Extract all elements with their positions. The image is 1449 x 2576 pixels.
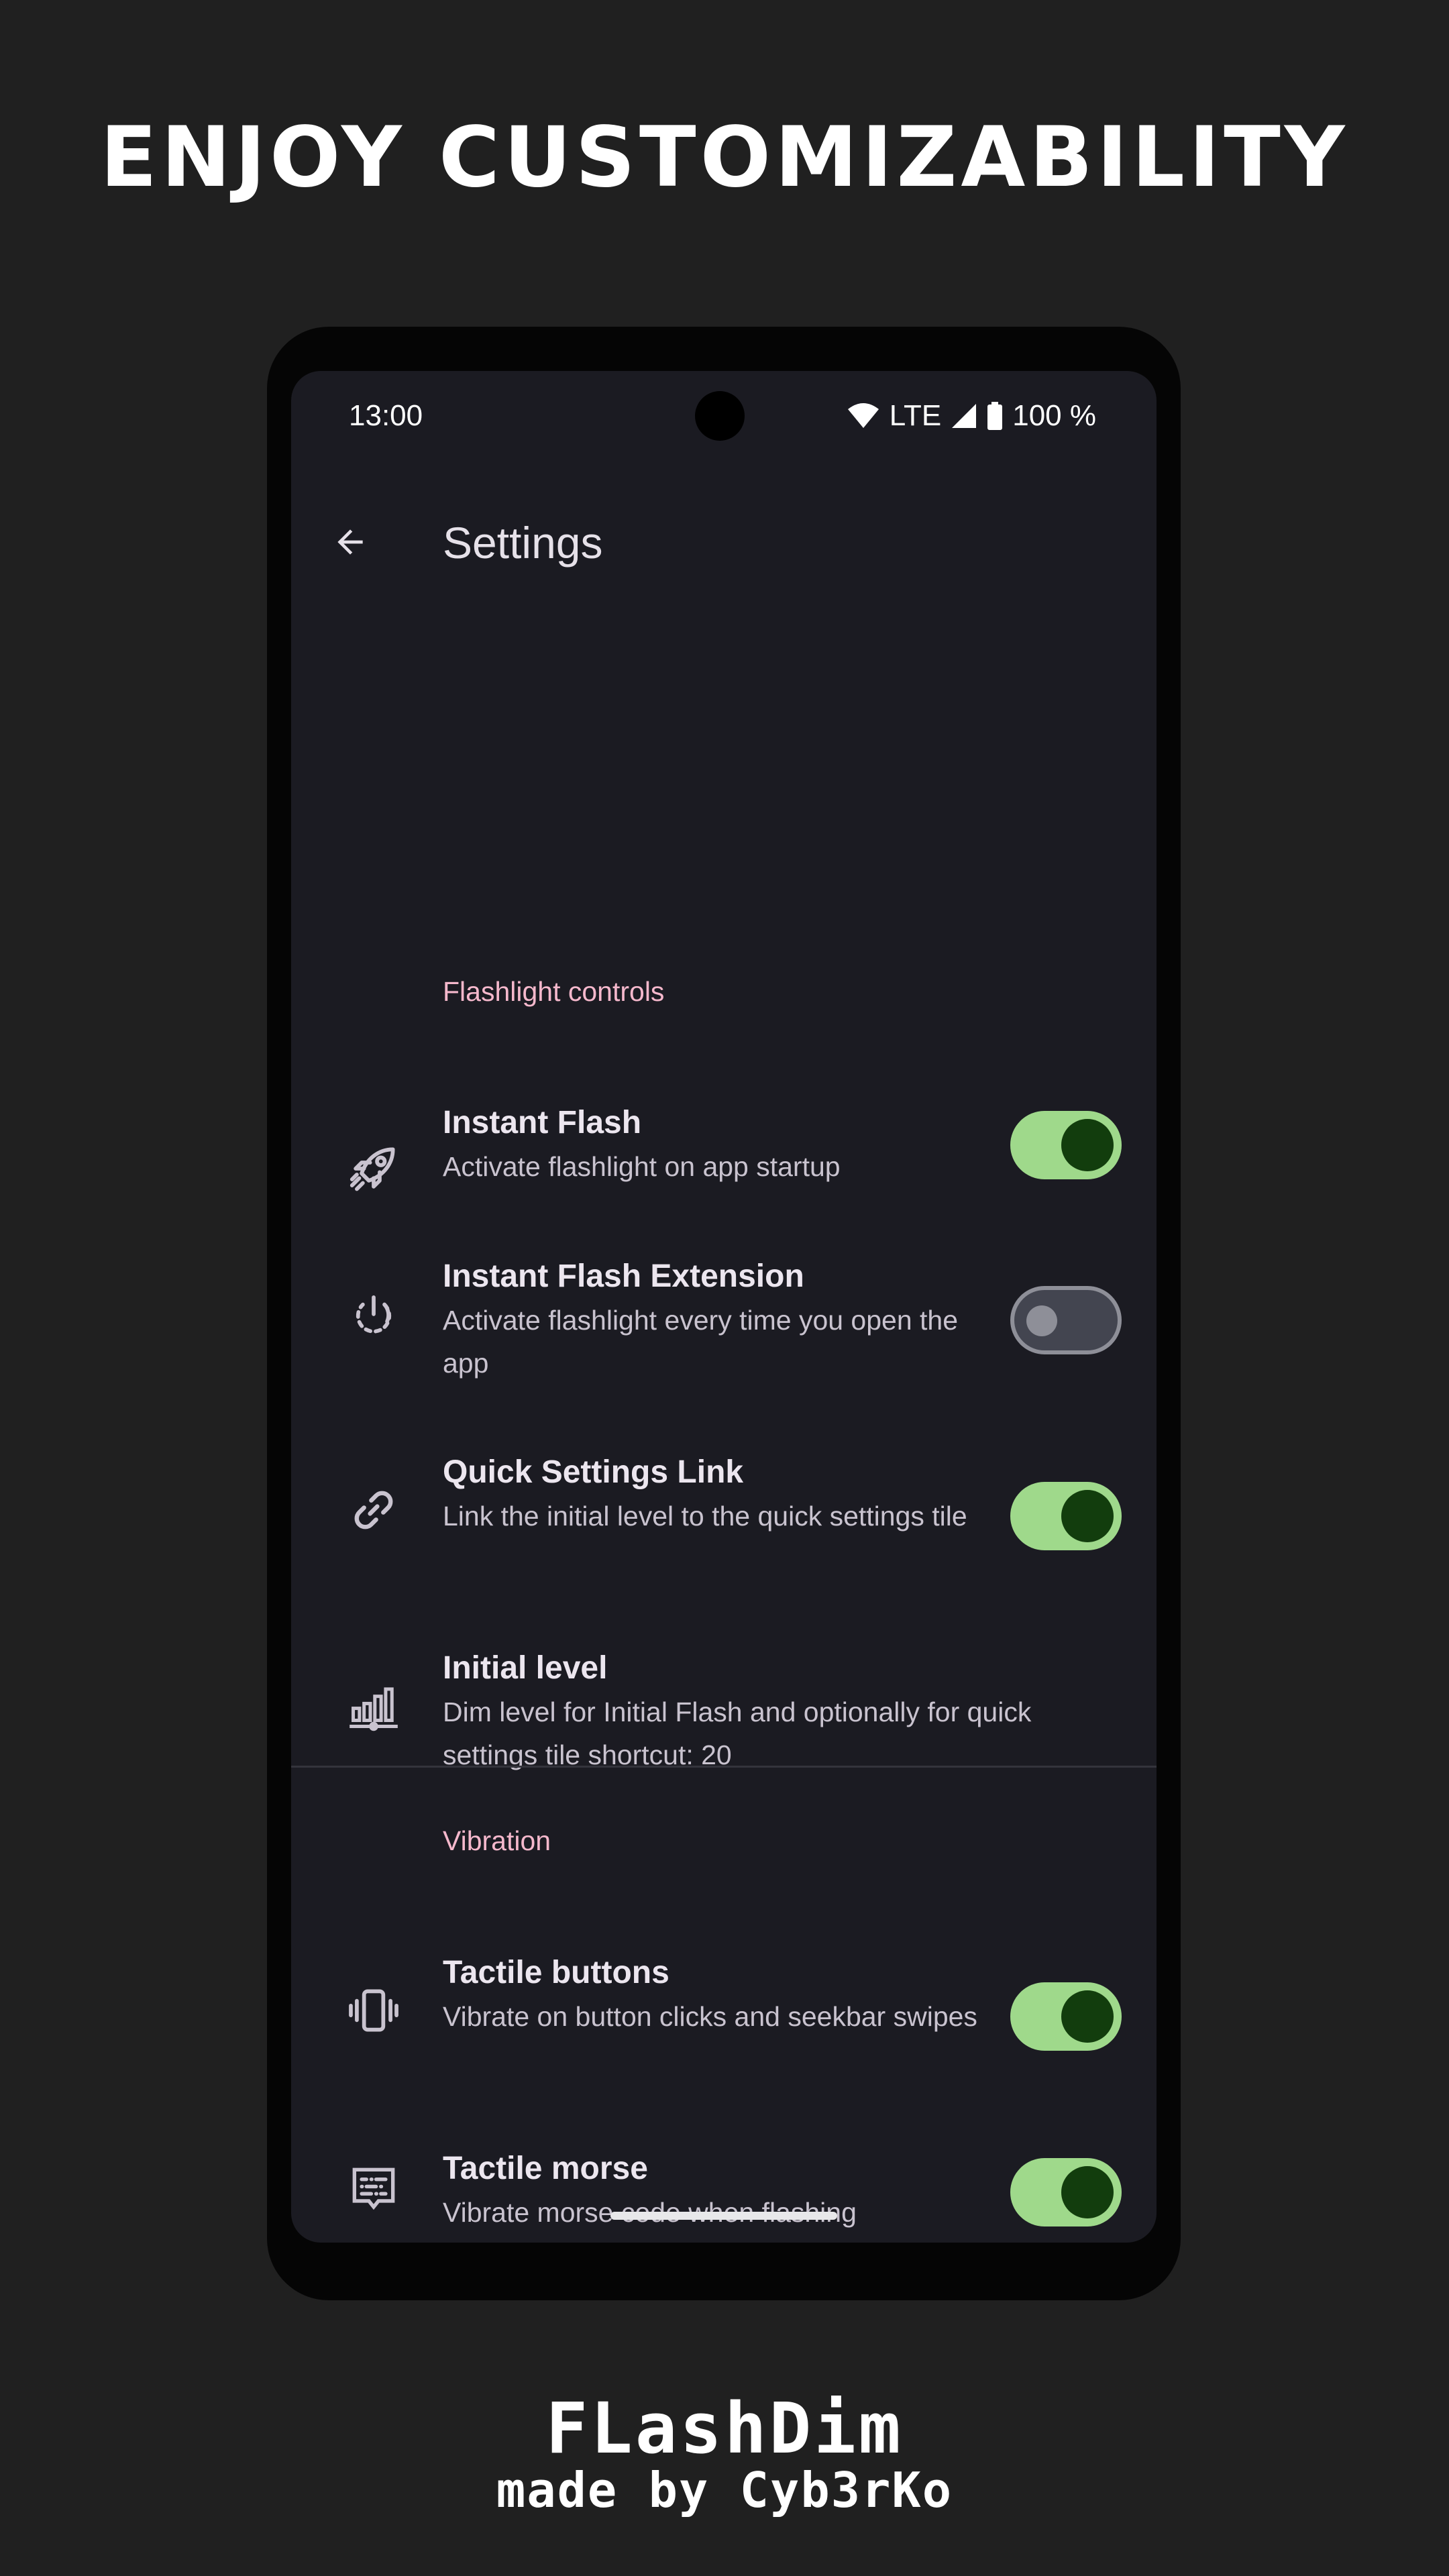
switch-thumb: [1061, 1490, 1114, 1542]
section-header-vibration: Vibration: [443, 1825, 551, 1856]
cell-signal-icon: [951, 402, 977, 429]
bar-chart-icon: [345, 1677, 402, 1735]
status-time: 13:00: [349, 399, 423, 432]
pref-summary: Link the initial level to the quick sett…: [443, 1501, 967, 1532]
pref-title: Initial level: [443, 1650, 608, 1686]
page-title: Settings: [443, 518, 603, 568]
pref-summary: Activate flashlight every time you open …: [443, 1305, 959, 1379]
back-button[interactable]: [323, 515, 377, 569]
quick-settings-link-switch[interactable]: [1010, 1482, 1122, 1550]
pref-summary: Dim level for Initial Flash and optional…: [443, 1697, 1032, 1770]
pref-title: Instant Flash: [443, 1105, 642, 1140]
arrow-back-icon: [337, 529, 363, 555]
instant-flash-switch[interactable]: [1010, 1111, 1122, 1179]
switch-thumb: [1061, 1990, 1114, 2043]
camera-cutout: [695, 391, 745, 441]
status-indicators: LTE 100 %: [847, 399, 1096, 433]
brand-subtitle: made by Cyb3rKo: [496, 2462, 953, 2518]
pref-title: Quick Settings Link: [443, 1454, 744, 1490]
promo-headline: ENJOY CUSTOMIZABILITY: [100, 109, 1349, 206]
vibration-icon: [345, 1982, 402, 2039]
status-bar: 13:00 LTE 100 %: [291, 371, 1157, 458]
switch-thumb: [1061, 2166, 1114, 2218]
morse-message-icon: [345, 2160, 402, 2218]
switch-thumb: [1026, 1305, 1057, 1336]
phone-screen: 13:00 LTE 100 % Settings Flashlight cont…: [291, 371, 1157, 2243]
instant-flash-extension-switch[interactable]: [1010, 1286, 1122, 1354]
battery-level: 100 %: [1012, 399, 1096, 432]
brand-name: FLashDim: [545, 2387, 904, 2469]
pref-initial-level[interactable]: Initial level Dim level for Initial Flas…: [291, 1645, 1157, 1770]
pref-tactile-buttons[interactable]: Tactile buttons Vibrate on button clicks…: [291, 1949, 1157, 2117]
network-type: LTE: [889, 399, 942, 432]
section-header-flashlight-controls: Flashlight controls: [443, 976, 665, 1007]
pref-title: Tactile morse: [443, 2151, 648, 2186]
pref-title: Tactile buttons: [443, 1955, 669, 1990]
pref-quick-settings-link[interactable]: Quick Settings Link Link the initial lev…: [291, 1449, 1157, 1617]
link-icon: [345, 1481, 402, 1539]
pref-instant-flash-extension[interactable]: Instant Flash Extension Activate flashli…: [291, 1253, 1157, 1421]
switch-thumb: [1061, 1119, 1114, 1171]
home-indicator[interactable]: [610, 2212, 837, 2220]
tactile-morse-switch[interactable]: [1010, 2158, 1122, 2226]
pref-instant-flash[interactable]: Instant Flash Activate flashlight on app…: [291, 1099, 1157, 1234]
pref-summary: Activate flashlight on app startup: [443, 1151, 841, 1182]
tactile-buttons-switch[interactable]: [1010, 1982, 1122, 2051]
rocket-icon: [345, 1140, 402, 1197]
wifi-icon: [847, 402, 880, 429]
pref-tactile-morse[interactable]: Tactile morse Vibrate morse code when fl…: [291, 2145, 1157, 2243]
pref-summary: Vibrate on button clicks and seekbar swi…: [443, 2001, 977, 2032]
power-restart-icon: [345, 1285, 402, 1343]
section-divider: [291, 1766, 1157, 1768]
pref-title: Instant Flash Extension: [443, 1258, 804, 1294]
app-bar: Settings: [291, 498, 1157, 586]
phone-frame: 13:00 LTE 100 % Settings Flashlight cont…: [267, 327, 1181, 2300]
battery-icon: [987, 402, 1003, 430]
